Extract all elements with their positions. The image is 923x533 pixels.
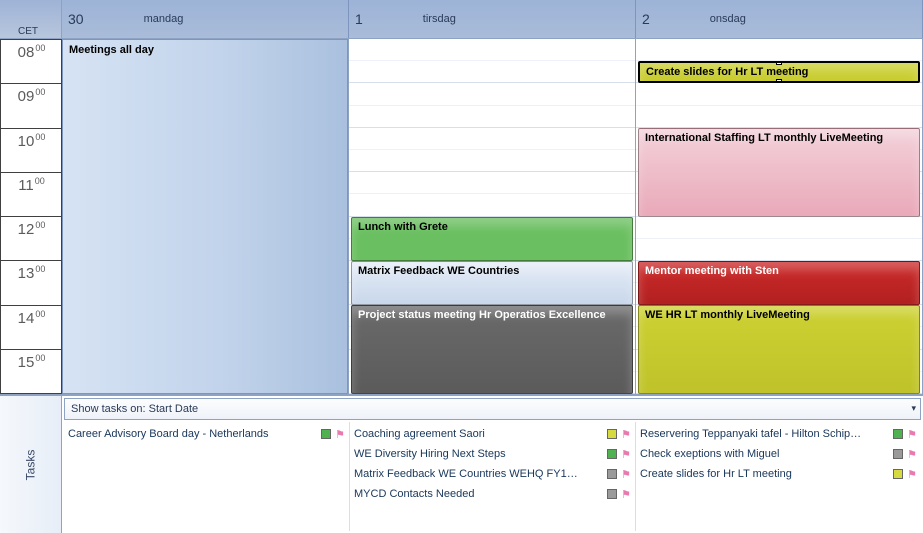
event-title: Create slides for Hr LT meeting — [646, 66, 808, 78]
task-label: Matrix Feedback WE Countries WEHQ FY1… — [354, 468, 603, 480]
task-label: WE Diversity Hiring Next Steps — [354, 448, 603, 460]
flag-icon[interactable] — [907, 428, 917, 441]
day-header-wed[interactable]: 2 onsdag — [636, 0, 923, 38]
day-num: 1 — [355, 11, 363, 27]
tasks-col-wed: Reservering Teppanyaki tafel - Hilton Sc… — [636, 422, 921, 531]
day-header-mon[interactable]: 30 mandag — [62, 0, 349, 38]
hour-label: 0900 — [0, 84, 62, 128]
task-label: MYCD Contacts Needed — [354, 488, 603, 500]
hour-label: 1400 — [0, 306, 62, 350]
event-title: WE HR LT monthly LiveMeeting — [645, 309, 810, 321]
chevron-down-icon[interactable]: ▾ — [911, 403, 916, 414]
task-row[interactable]: WE Diversity Hiring Next Steps — [354, 444, 631, 464]
day-header-row: CET 30 mandag 1 tirsdag 2 onsdag — [0, 0, 923, 38]
flag-icon[interactable] — [621, 488, 631, 501]
event-slides-selected[interactable]: Create slides for Hr LT meeting — [638, 61, 920, 83]
day-name: onsdag — [710, 13, 746, 25]
tasks-header-label: Show tasks on: Start Date — [71, 403, 198, 415]
event-title: Matrix Feedback WE Countries — [358, 265, 519, 277]
flag-icon[interactable] — [907, 448, 917, 461]
category-icon — [607, 449, 617, 459]
day-header-tue[interactable]: 1 tirsdag — [349, 0, 636, 38]
event-lunch[interactable]: Lunch with Grete — [351, 217, 633, 261]
flag-icon[interactable] — [621, 428, 631, 441]
day-num: 2 — [642, 11, 650, 27]
event-allday[interactable]: Meetings all day — [62, 39, 348, 394]
category-icon — [893, 429, 903, 439]
time-ruler: 0800 0900 1000 1100 1200 1300 1400 1500 — [0, 38, 62, 394]
task-label: Reservering Teppanyaki tafel - Hilton Sc… — [640, 428, 889, 440]
day-column-wed[interactable]: Create slides for Hr LT meeting Internat… — [636, 38, 923, 394]
hour-label: 1500 — [0, 350, 62, 394]
task-label: Create slides for Hr LT meeting — [640, 468, 889, 480]
category-icon — [607, 429, 617, 439]
task-label: Coaching agreement Saori — [354, 428, 603, 440]
task-row[interactable]: Career Advisory Board day - Netherlands — [68, 424, 345, 444]
category-icon — [607, 469, 617, 479]
event-mentor[interactable]: Mentor meeting with Sten — [638, 261, 920, 305]
flag-icon[interactable] — [621, 448, 631, 461]
event-title: International Staffing LT monthly LiveMe… — [645, 132, 883, 144]
task-row[interactable]: Create slides for Hr LT meeting — [640, 464, 917, 484]
event-title: Meetings all day — [69, 44, 154, 56]
task-label: Check exeptions with Miguel — [640, 448, 889, 460]
hour-label: 0800 — [0, 39, 62, 84]
hour-label: 1000 — [0, 129, 62, 173]
day-column-tue[interactable]: Lunch with Grete Matrix Feedback WE Coun… — [349, 38, 636, 394]
event-title: Lunch with Grete — [358, 221, 448, 233]
flag-icon[interactable] — [907, 468, 917, 481]
event-title: Mentor meeting with Sten — [645, 265, 779, 277]
hour-label: 1200 — [0, 217, 62, 261]
day-name: mandag — [144, 13, 184, 25]
tasks-col-mon: Career Advisory Board day - Netherlands — [64, 422, 350, 531]
hour-label: 1100 — [0, 173, 62, 217]
event-matrix[interactable]: Matrix Feedback WE Countries — [351, 261, 633, 305]
event-wehr[interactable]: WE HR LT monthly LiveMeeting — [638, 305, 920, 394]
event-project[interactable]: Project status meeting Hr Operatios Exce… — [351, 305, 633, 394]
flag-icon[interactable] — [621, 468, 631, 481]
resize-handle-icon[interactable] — [776, 79, 782, 83]
resize-handle-icon[interactable] — [776, 61, 782, 65]
category-icon — [893, 469, 903, 479]
event-title: Project status meeting Hr Operatios Exce… — [358, 309, 606, 321]
tz-header: CET — [0, 0, 62, 38]
day-num: 30 — [68, 11, 84, 27]
task-row[interactable]: Check exeptions with Miguel — [640, 444, 917, 464]
task-row[interactable]: Coaching agreement Saori — [354, 424, 631, 444]
task-row[interactable]: Matrix Feedback WE Countries WEHQ FY1… — [354, 464, 631, 484]
day-column-mon[interactable]: Meetings all day — [62, 38, 349, 394]
hour-label: 1300 — [0, 261, 62, 305]
tasks-col-tue: Coaching agreement Saori WE Diversity Hir… — [350, 422, 636, 531]
day-name: tirsdag — [423, 13, 456, 25]
task-row[interactable]: MYCD Contacts Needed — [354, 484, 631, 504]
category-icon — [607, 489, 617, 499]
task-label: Career Advisory Board day - Netherlands — [68, 428, 317, 440]
task-row[interactable]: Reservering Teppanyaki tafel - Hilton Sc… — [640, 424, 917, 444]
event-intl-staffing[interactable]: International Staffing LT monthly LiveMe… — [638, 128, 920, 217]
tasks-side-label: Tasks — [0, 396, 62, 533]
category-icon — [893, 449, 903, 459]
flag-icon[interactable] — [335, 428, 345, 441]
category-icon — [321, 429, 331, 439]
tasks-header[interactable]: Show tasks on: Start Date ▾ — [64, 398, 921, 420]
